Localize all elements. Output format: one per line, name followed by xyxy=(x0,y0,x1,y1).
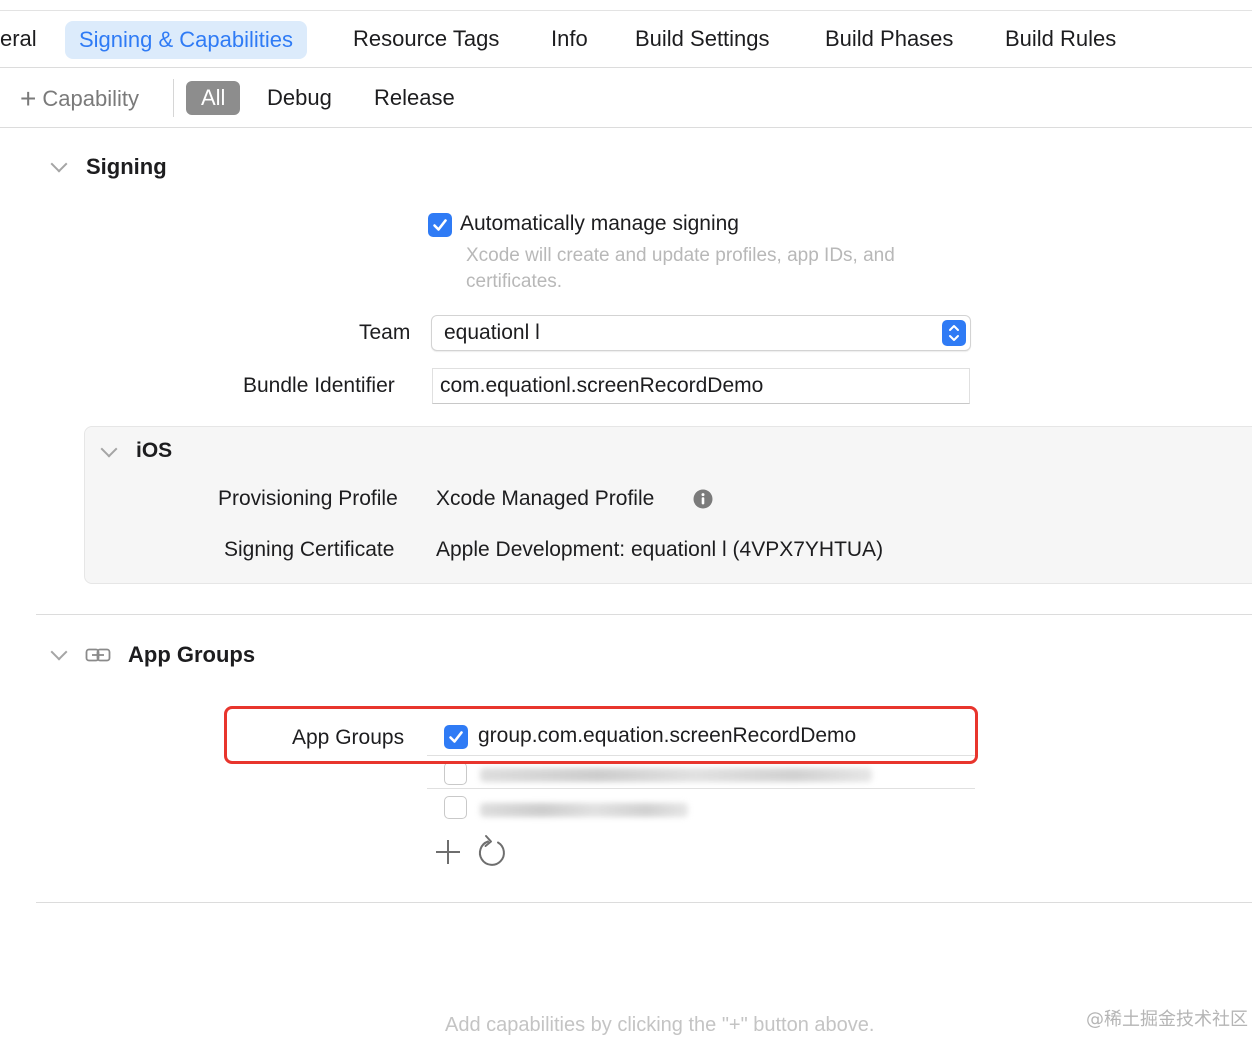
app-groups-collapse-chevron-icon[interactable] xyxy=(50,643,68,661)
popup-arrows-icon xyxy=(942,320,966,346)
bundle-identifier-value: com.equationl.screenRecordDemo xyxy=(440,374,764,397)
refresh-icon xyxy=(478,835,505,866)
add-capability-label: Capability xyxy=(42,86,139,111)
plus-icon: + xyxy=(20,83,37,114)
app-group-checkbox[interactable] xyxy=(444,796,467,819)
segment-release[interactable]: Release xyxy=(374,81,455,115)
provisioning-profile-value: Xcode Managed Profile xyxy=(436,487,655,510)
tab-general[interactable]: eral xyxy=(0,11,37,67)
plus-icon xyxy=(436,840,460,864)
blurred-app-group-id xyxy=(480,768,872,782)
segment-all[interactable]: All xyxy=(186,81,241,115)
editor-tab-bar: eral Signing & Capabilities Resource Tag… xyxy=(0,10,1252,68)
segment-debug[interactable]: Debug xyxy=(267,81,332,115)
app-group-checkbox[interactable] xyxy=(444,762,467,785)
app-group-row-divider xyxy=(427,788,975,789)
capability-filter-bar: + Capability All Debug Release xyxy=(0,67,1252,128)
tab-signing-capabilities[interactable]: Signing & Capabilities xyxy=(65,21,308,59)
app-groups-section-title: App Groups xyxy=(128,642,256,667)
add-capability-button[interactable]: + Capability xyxy=(20,81,139,114)
team-label: Team xyxy=(359,321,411,344)
signing-certificate-label: Signing Certificate xyxy=(224,538,395,561)
tab-build-phases[interactable]: Build Phases xyxy=(825,11,953,67)
signing-collapse-chevron-icon[interactable] xyxy=(50,155,68,173)
blurred-app-group-id xyxy=(480,803,688,817)
tab-build-settings[interactable]: Build Settings xyxy=(635,11,770,67)
highlight-annotation xyxy=(224,706,978,764)
signing-section-title: Signing xyxy=(86,154,167,179)
section-divider xyxy=(36,614,1252,615)
watermark: @稀土掘金技术社区 xyxy=(1086,1009,1248,1030)
refresh-groups-button[interactable] xyxy=(476,834,508,868)
add-group-button[interactable] xyxy=(434,838,462,866)
bundle-identifier-field[interactable]: com.equationl.screenRecordDemo xyxy=(432,368,970,404)
provisioning-profile-label: Provisioning Profile xyxy=(218,487,398,510)
team-popup[interactable]: equationl l xyxy=(431,315,971,351)
auto-manage-signing-checkbox[interactable] xyxy=(428,213,452,237)
link-icon xyxy=(85,645,111,665)
ios-section-title: iOS xyxy=(136,439,173,462)
auto-manage-signing-help: Xcode will create and update profiles, a… xyxy=(466,245,895,292)
tab-resource-tags[interactable]: Resource Tags xyxy=(353,11,499,67)
toolbar-divider xyxy=(173,79,174,117)
tab-build-rules[interactable]: Build Rules xyxy=(1005,11,1116,67)
section-divider xyxy=(36,902,1252,903)
signing-certificate-value: Apple Development: equationl l (4VPX7YHT… xyxy=(436,538,884,561)
auto-manage-signing-label: Automatically manage signing xyxy=(460,212,739,235)
checkmark-icon xyxy=(433,219,447,231)
tab-info[interactable]: Info xyxy=(551,11,588,67)
team-value: equationl l xyxy=(444,321,540,344)
bundle-identifier-label: Bundle Identifier xyxy=(243,374,395,397)
info-icon[interactable] xyxy=(693,489,713,509)
